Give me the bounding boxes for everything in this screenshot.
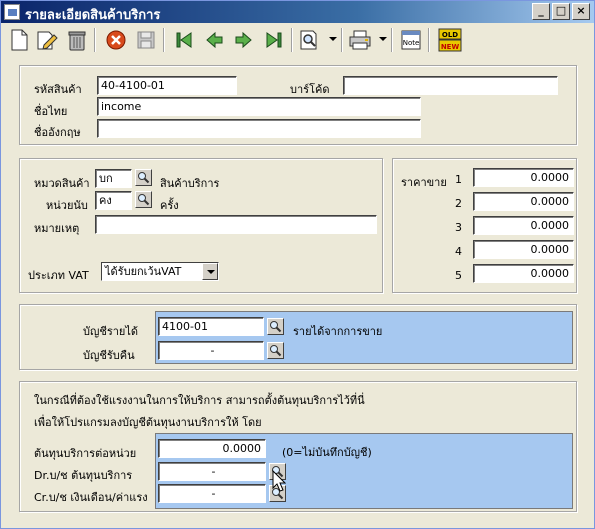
maximize-button[interactable]: □ <box>552 3 570 20</box>
credit-account-field[interactable]: - <box>158 484 266 503</box>
first-icon[interactable] <box>171 27 197 53</box>
next-icon[interactable] <box>231 27 257 53</box>
previous-icon[interactable] <box>201 27 227 53</box>
barcode-label: บาร์โค้ด <box>290 83 330 96</box>
window-title: รายละเอียดสินค้าบริการ <box>25 8 161 23</box>
note-icon[interactable]: Note <box>398 27 424 53</box>
price-5-number: 5 <box>455 269 462 282</box>
edit-icon[interactable] <box>34 27 60 53</box>
price-panel: ราคาขาย 1 0.0000 2 0.0000 3 0.0000 4 0.0… <box>392 158 577 293</box>
price-1-field[interactable]: 0.0000 <box>473 168 574 187</box>
old-new-icon[interactable]: OLD NEW <box>437 27 463 53</box>
price-1-number: 1 <box>455 173 462 186</box>
barcode-field[interactable] <box>343 76 558 95</box>
cost-note-line-2: เพื่อให้โปรแกรมลงบัญชีต้นทุนงานบริการให้… <box>34 416 262 429</box>
category-code-field[interactable]: บก <box>95 169 132 188</box>
unit-name: ครั้ง <box>160 199 179 212</box>
item-detail-window: รายละเอียดสินค้าบริการ _ □ × Note OLD NE… <box>0 0 595 529</box>
toolbar: Note OLD NEW <box>3 25 592 55</box>
price-3-number: 3 <box>455 221 462 234</box>
english-name-field[interactable] <box>97 119 421 138</box>
magnifier-icon <box>270 345 282 357</box>
unit-code-field[interactable]: คง <box>95 191 132 210</box>
magnifier-icon <box>270 321 282 333</box>
price-2-number: 2 <box>455 197 462 210</box>
income-account-lookup-button[interactable] <box>267 318 284 335</box>
unit-cost-field[interactable]: 0.0000 <box>158 439 266 458</box>
vat-type-select[interactable]: ได้รับยกเว้นVAT <box>101 262 219 281</box>
debit-account-label: Dr.บ/ช ต้นทุนบริการ <box>34 469 133 482</box>
income-account-name: รายได้จากการขาย <box>293 325 383 338</box>
vat-type-label: ประเภท VAT <box>28 269 89 282</box>
income-account-field[interactable]: 4100-01 <box>158 317 264 336</box>
category-name: สินค้าบริการ <box>160 177 220 190</box>
price-2-field[interactable]: 0.0000 <box>473 192 574 211</box>
old-label: OLD <box>442 31 458 39</box>
price-3-field[interactable]: 0.0000 <box>473 216 574 235</box>
unit-label: หน่วยนับ <box>46 199 88 212</box>
app-icon <box>4 4 20 20</box>
debit-account-field[interactable]: - <box>158 462 266 481</box>
toolbar-separator <box>291 28 293 52</box>
english-name-label: ชื่ออังกฤษ <box>34 126 81 139</box>
remark-field[interactable] <box>95 215 377 234</box>
vat-type-value: ได้รับยกเว้นVAT <box>105 265 182 278</box>
mouse-cursor-icon <box>272 470 286 492</box>
new-icon[interactable] <box>6 27 32 53</box>
return-account-label: บัญชีรับคืน <box>83 349 135 362</box>
item-header-panel: รหัสสินค้า 40-4100-01 บาร์โค้ด ชื่อไทย i… <box>19 65 577 145</box>
price-4-field[interactable]: 0.0000 <box>473 240 574 259</box>
toolbar-separator <box>391 28 393 52</box>
item-code-field[interactable]: 40-4100-01 <box>97 76 237 95</box>
return-account-lookup-button[interactable] <box>267 342 284 359</box>
return-account-field[interactable]: - <box>158 341 264 360</box>
chevron-down-icon[interactable] <box>202 263 218 280</box>
thai-name-field[interactable]: income <box>97 97 421 116</box>
search-icon[interactable] <box>297 27 323 53</box>
thai-name-label: ชื่อไทย <box>34 105 68 118</box>
delete-icon[interactable] <box>64 27 90 53</box>
cancel-icon[interactable] <box>103 27 129 53</box>
income-account-label: บัญชีรายได้ <box>83 325 139 338</box>
toolbar-separator <box>341 28 343 52</box>
toolbar-separator <box>94 28 96 52</box>
print-dropdown-icon[interactable] <box>379 37 387 41</box>
price-label: ราคาขาย <box>401 176 447 189</box>
last-icon[interactable] <box>261 27 287 53</box>
item-code-label: รหัสสินค้า <box>34 83 82 96</box>
unit-lookup-button[interactable] <box>135 191 152 208</box>
magnifier-icon <box>138 172 150 184</box>
credit-account-label: Cr.บ/ช เงินเดือน/ค่าแรง <box>34 491 148 504</box>
cost-note-line-1: ในกรณีที่ต้องใช้แรงงานในการให้บริการ สาม… <box>34 394 365 407</box>
unit-cost-hint: (0=ไม่บันทึกบัญชี) <box>282 446 372 459</box>
note-icon-label: Note <box>403 39 420 47</box>
search-dropdown-icon[interactable] <box>329 37 337 41</box>
item-details-panel: หมวดสินค้า บก สินค้าบริการ หน่วยนับ คง ค… <box>19 158 383 293</box>
remark-label: หมายเหตุ <box>34 222 80 235</box>
toolbar-separator <box>428 28 430 52</box>
unit-cost-label: ต้นทุนบริการต่อหน่วย <box>34 447 137 460</box>
new-label: NEW <box>441 43 460 51</box>
magnifier-icon <box>138 194 150 206</box>
close-button[interactable]: × <box>572 3 590 20</box>
price-5-field[interactable]: 0.0000 <box>473 264 574 283</box>
minimize-button[interactable]: _ <box>532 3 550 20</box>
price-4-number: 4 <box>455 245 462 258</box>
category-lookup-button[interactable] <box>135 169 152 186</box>
toolbar-separator <box>163 28 165 52</box>
accounts-panel: บัญชีรายได้ 4100-01 รายได้จากการขาย บัญช… <box>19 304 577 370</box>
print-icon[interactable] <box>347 27 373 53</box>
category-label: หมวดสินค้า <box>34 177 90 190</box>
save-icon[interactable] <box>133 27 159 53</box>
service-cost-panel: ในกรณีที่ต้องใช้แรงงานในการให้บริการ สาม… <box>19 381 577 512</box>
title-bar[interactable]: รายละเอียดสินค้าบริการ _ □ × <box>1 1 594 23</box>
